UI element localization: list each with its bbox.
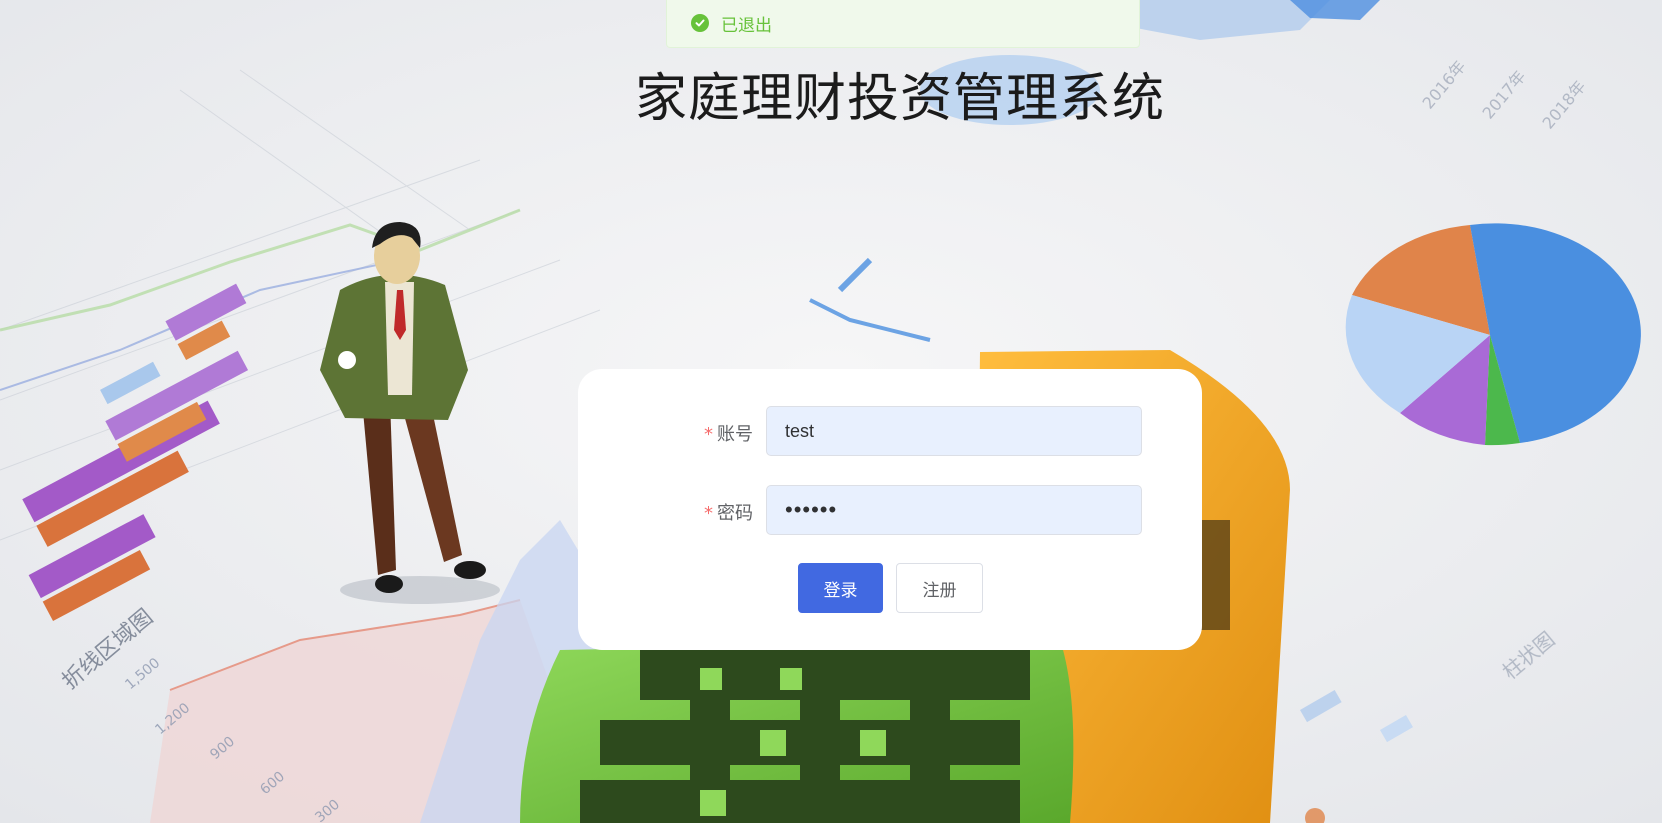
required-mark: * (704, 503, 713, 524)
account-label: * 账号 (704, 420, 753, 446)
register-button[interactable]: 注册 (896, 563, 983, 613)
toast-message: 已退出 (721, 15, 772, 36)
login-card: *账号 *密码 登录 注册 (578, 369, 1202, 650)
account-input[interactable] (766, 406, 1142, 456)
form-actions: 登录 注册 (578, 563, 1202, 613)
required-mark: * (704, 424, 713, 445)
account-row: * 账号 (578, 406, 1202, 458)
password-label-text: 密码 (717, 503, 753, 524)
login-button[interactable]: 登录 (798, 563, 883, 613)
account-label-text: 账号 (717, 424, 753, 445)
password-label: * 密码 (704, 499, 753, 525)
password-input[interactable] (766, 485, 1142, 535)
password-row: * 密码 (578, 485, 1202, 537)
check-circle-icon (691, 14, 709, 32)
logout-toast: 已退出 (666, 0, 1140, 48)
page-title: 家庭理财投资管理系统 (634, 69, 1165, 129)
